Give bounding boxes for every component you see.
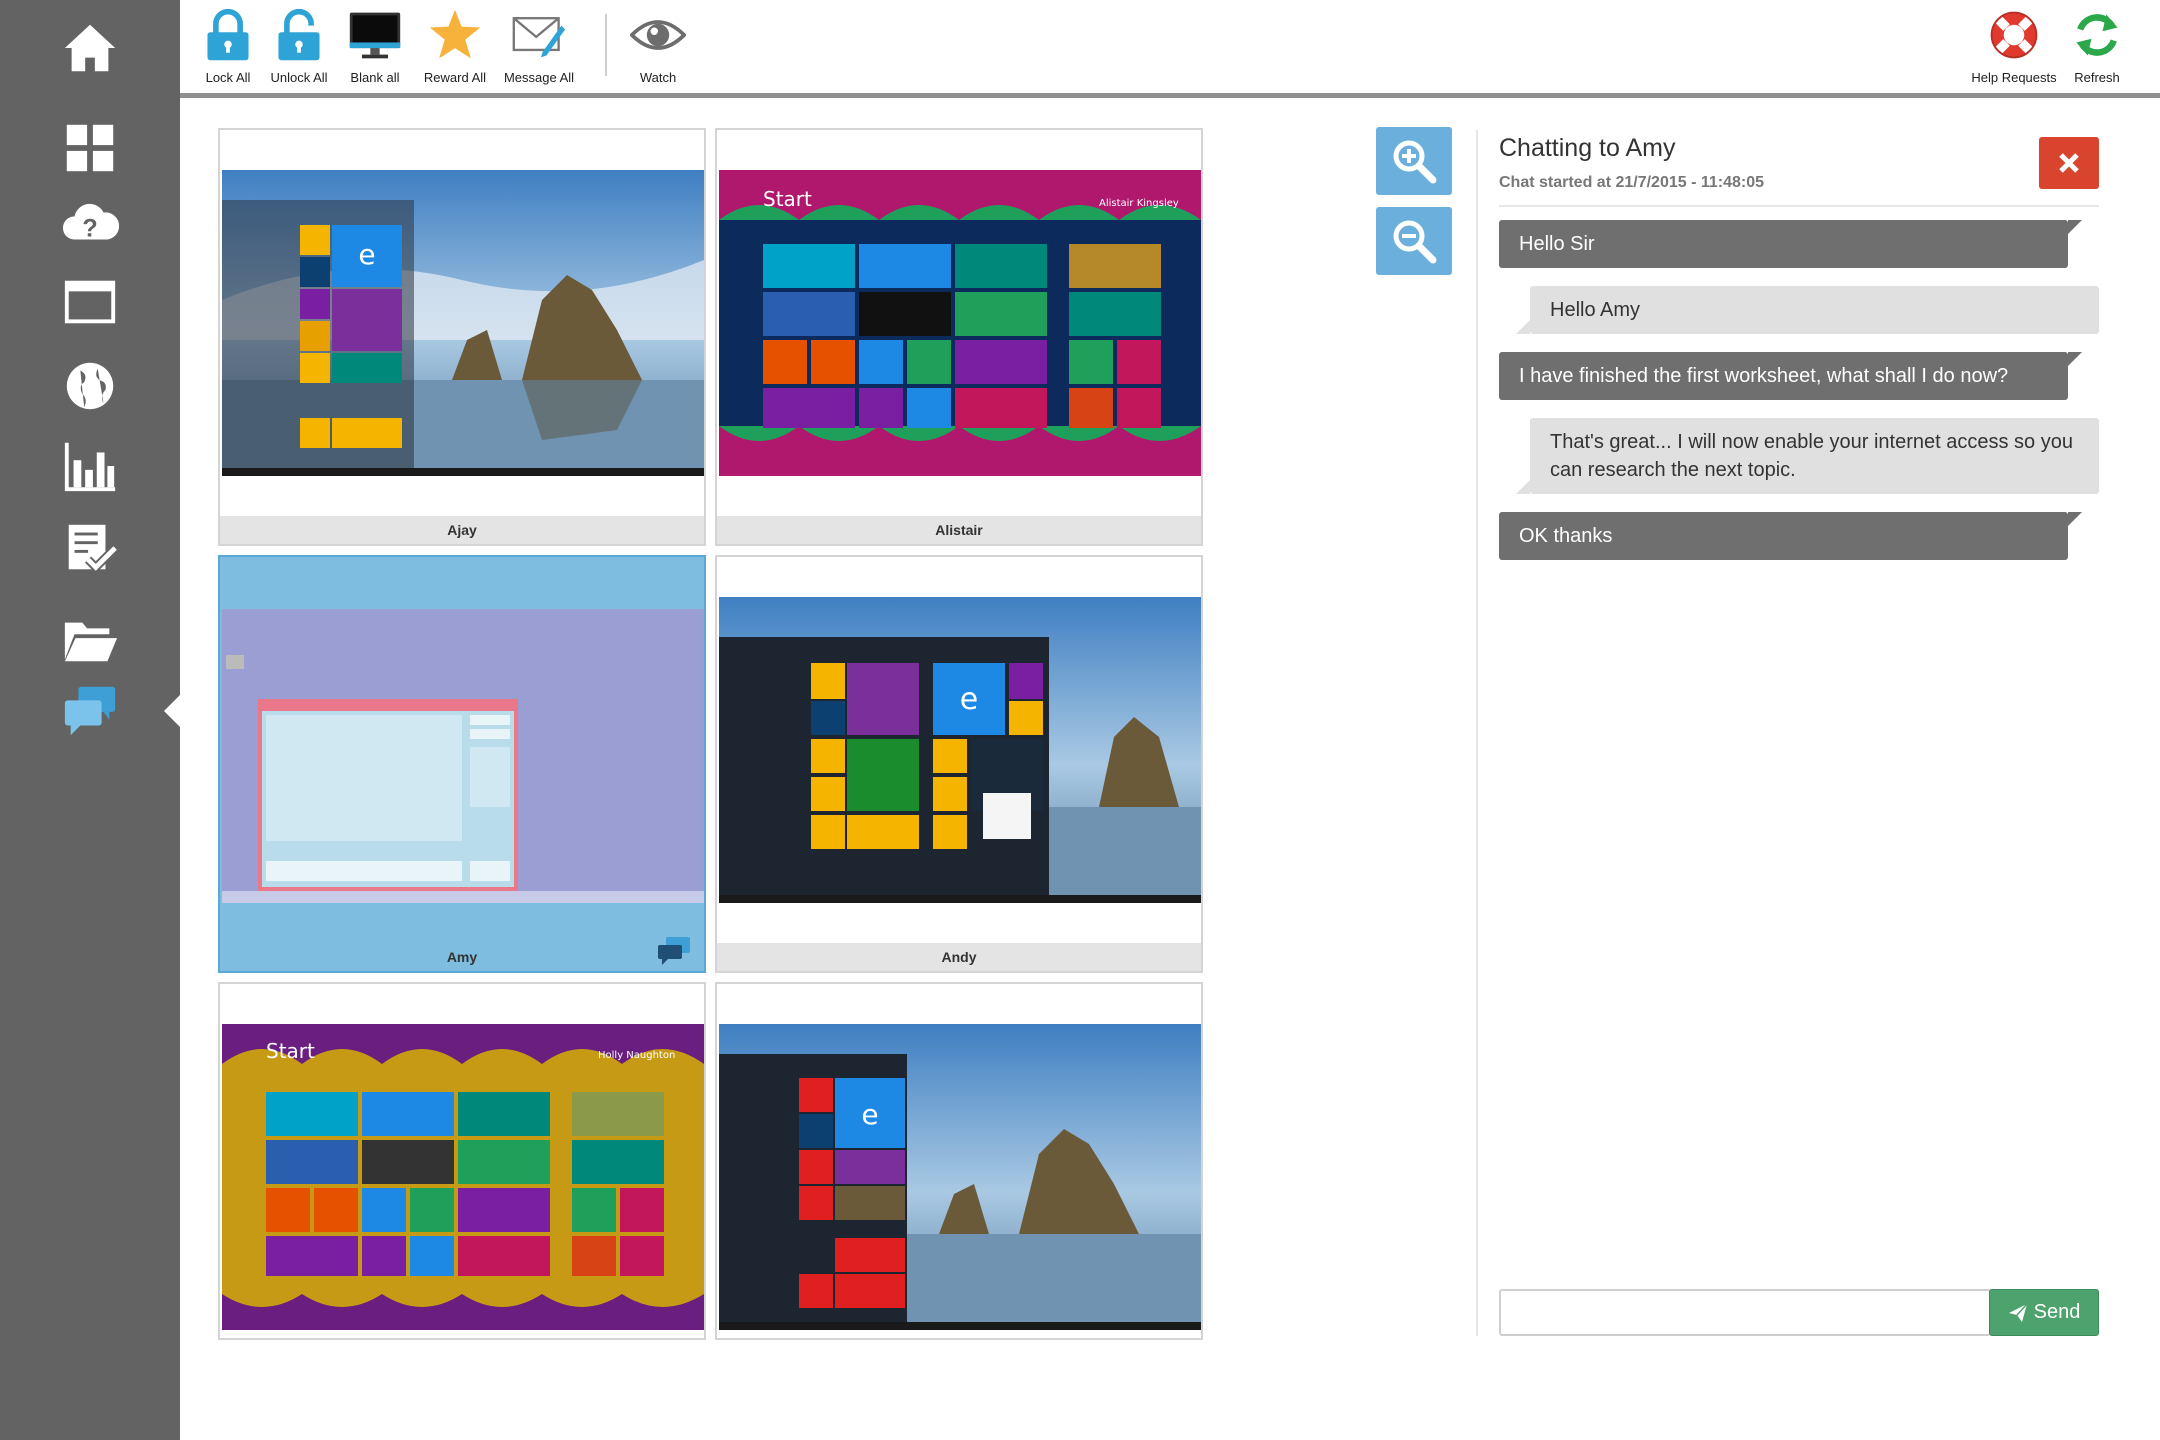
- folder-icon: [64, 622, 118, 662]
- chat-badge-icon: [658, 937, 690, 965]
- student-name: Andy: [717, 943, 1201, 971]
- student-tile-amy[interactable]: Amy: [218, 555, 706, 973]
- envelope-icon: [512, 17, 566, 58]
- svg-text:?: ?: [82, 215, 97, 243]
- sidebar-chat[interactable]: [0, 672, 180, 748]
- sidebar-reports[interactable]: [0, 428, 180, 504]
- student-name: Amy: [220, 943, 704, 971]
- start-label: Start: [763, 187, 812, 211]
- chat-started-timestamp: Chat started at 21/7/2015 - 11:48:05: [1499, 174, 1765, 191]
- sidebar-files[interactable]: [0, 602, 180, 678]
- blank-all-label: Blank all: [350, 70, 400, 85]
- refresh-icon: [2076, 14, 2118, 56]
- student-screen-thumbnail: [222, 597, 704, 903]
- send-label: Send: [2033, 1301, 2081, 1323]
- chat-header-divider: [1499, 205, 2099, 207]
- help-requests-label: Help Requests: [1971, 70, 2057, 85]
- help-requests-button[interactable]: Help Requests: [1964, 6, 2064, 90]
- chat-message-student: OK thanks: [1499, 512, 2082, 560]
- message-all-label: Message All: [503, 70, 575, 85]
- zoom-out-icon: [1393, 220, 1437, 264]
- chat-icon: [64, 686, 116, 736]
- zoom-out-button[interactable]: [1376, 207, 1452, 275]
- unlock-all-label: Unlock All: [270, 70, 328, 85]
- student-tile-ajay[interactable]: e Ajay: [218, 128, 706, 546]
- chat-panel-divider: [1476, 130, 1478, 1336]
- eye-icon: [630, 20, 686, 50]
- sidebar: ?: [0, 0, 180, 1440]
- student-screen-thumbnail: Start Alistair Kingsley: [719, 170, 1201, 476]
- chat-message-student: Hello Sir: [1499, 220, 2082, 268]
- chat-message-input[interactable]: [1499, 1289, 1991, 1336]
- student-screen-thumbnail: e: [719, 1024, 1201, 1330]
- sidebar-web[interactable]: [0, 348, 180, 424]
- lifebuoy-icon: [1990, 11, 2038, 59]
- unlock-all-button[interactable]: Unlock All: [259, 6, 339, 90]
- reward-all-label: Reward All: [423, 70, 487, 85]
- student-tile-6[interactable]: e: [715, 982, 1203, 1340]
- student-screen-thumbnail: e: [222, 170, 704, 476]
- paper-plane-icon: [2008, 1302, 2028, 1322]
- chat-title: Chatting to Amy: [1499, 134, 1676, 162]
- lock-icon: [207, 8, 249, 61]
- window-icon: [64, 280, 116, 324]
- globe-icon: [66, 362, 114, 410]
- sidebar-thumbnails[interactable]: [0, 110, 180, 186]
- monitor-icon: [349, 12, 401, 59]
- toolbar: Lock All Unlock All Blank all Reward All…: [180, 0, 2160, 98]
- message-all-button[interactable]: Message All: [494, 6, 584, 90]
- user-label: Alistair Kingsley: [1099, 198, 1179, 209]
- student-name: Ajay: [220, 516, 704, 544]
- sidebar-help[interactable]: ?: [0, 188, 180, 264]
- help-cloud-icon: ?: [63, 203, 119, 243]
- student-screen-thumbnail: e: [719, 597, 1201, 903]
- chat-message-student: I have finished the first worksheet, wha…: [1499, 352, 2082, 400]
- lock-all-button[interactable]: Lock All: [193, 6, 263, 90]
- svg-text:e: e: [861, 1098, 878, 1131]
- toolbar-divider: [605, 14, 607, 76]
- start-label: Start: [266, 1039, 315, 1063]
- watch-label: Watch: [639, 70, 677, 85]
- star-icon: [429, 9, 481, 59]
- zoom-in-icon: [1393, 140, 1437, 184]
- user-label: Holly Naughton: [598, 1050, 675, 1061]
- reward-all-button[interactable]: Reward All: [415, 6, 495, 90]
- sidebar-surveys[interactable]: [0, 510, 180, 586]
- svg-text:e: e: [358, 238, 375, 271]
- grid-icon: [66, 124, 114, 172]
- chat-message-teacher: Hello Amy: [1516, 286, 2099, 334]
- home-icon: [64, 24, 116, 72]
- unlock-icon: [278, 8, 320, 61]
- lock-all-label: Lock All: [205, 70, 251, 85]
- watch-button[interactable]: Watch: [620, 6, 696, 90]
- student-tile-5[interactable]: Start Holly Naughton: [218, 982, 706, 1340]
- chat-message-teacher: That's great... I will now enable your i…: [1516, 418, 2099, 494]
- student-name: Alistair: [717, 516, 1201, 544]
- svg-text:e: e: [960, 682, 978, 717]
- refresh-label: Refresh: [2074, 70, 2120, 85]
- close-chat-button[interactable]: [2039, 137, 2099, 189]
- zoom-in-button[interactable]: [1376, 127, 1452, 195]
- student-tile-andy[interactable]: e Andy: [715, 555, 1203, 973]
- send-button[interactable]: Send: [1989, 1289, 2099, 1336]
- sidebar-home[interactable]: [0, 10, 180, 86]
- close-icon: [2059, 153, 2079, 173]
- active-pointer: [164, 695, 180, 727]
- student-tile-alistair[interactable]: Start Alistair Kingsley Alistair: [715, 128, 1203, 546]
- blank-all-button[interactable]: Blank all: [338, 6, 412, 90]
- sidebar-applications[interactable]: [0, 264, 180, 340]
- checklist-icon: [68, 524, 119, 574]
- student-screen-thumbnail: Start Holly Naughton: [222, 1024, 704, 1330]
- refresh-button[interactable]: Refresh: [2062, 6, 2132, 90]
- bar-chart-icon: [64, 442, 116, 492]
